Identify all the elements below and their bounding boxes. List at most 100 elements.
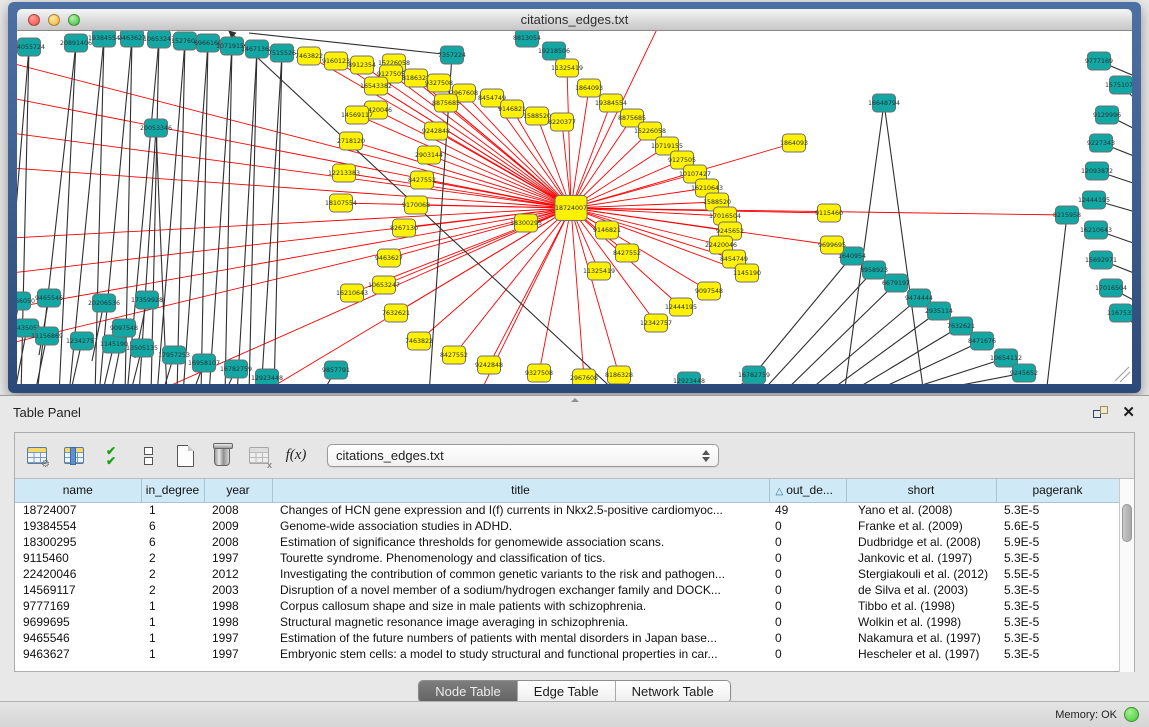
graph-node[interactable]: 16782759	[738, 366, 770, 384]
table-row[interactable]: 1938455462009Genome-wide association stu…	[15, 518, 1119, 534]
table-row[interactable]: 946362711997Embryonic stem cells: a mode…	[15, 646, 1119, 662]
table-source-dropdown[interactable]: citations_edges.txt	[327, 444, 719, 467]
graph-node[interactable]: 17957253	[158, 346, 190, 364]
graph-node[interactable]: 7632621	[947, 317, 975, 335]
graph-node[interactable]: 16543382	[360, 77, 392, 95]
graph-node[interactable]: 2967608	[570, 369, 598, 384]
create-column-button[interactable]	[173, 444, 197, 468]
graph-node[interactable]: 7515526	[268, 44, 296, 62]
graph-node[interactable]: 16782759	[220, 360, 252, 378]
graph-node[interactable]: 25266050	[17, 292, 35, 310]
graph-node[interactable]: 16210643	[336, 284, 368, 302]
column-header[interactable]: pagerank	[996, 479, 1119, 502]
graph-node[interactable]: 9245652	[1010, 364, 1038, 382]
graph-node[interactable]: 8958923	[860, 261, 888, 279]
canvas-resize-grip[interactable]	[1115, 367, 1130, 382]
graph-node[interactable]: 9465546	[35, 289, 63, 307]
graph-node[interactable]: 9463627	[375, 249, 403, 267]
graph-node[interactable]: 7463822	[405, 332, 433, 350]
graph-node[interactable]: 15751074	[1105, 76, 1132, 94]
table-row[interactable]: 1456911722003Disruption of a novel membe…	[15, 582, 1119, 598]
table-row[interactable]: 1830029562008Estimation of significance …	[15, 534, 1119, 550]
graph-node[interactable]: 15692971	[1085, 251, 1117, 269]
memory-ok-indicator[interactable]	[1124, 707, 1139, 722]
select-columns-button[interactable]	[62, 444, 86, 468]
graph-node[interactable]: 9242848	[475, 356, 503, 374]
graph-node[interactable]: 12444195	[1078, 191, 1110, 209]
graph-node[interactable]: 19218506	[538, 42, 570, 60]
graph-node[interactable]: 12444195	[665, 298, 697, 316]
graph-node[interactable]: 9699695	[818, 236, 846, 254]
column-header[interactable]: year	[204, 479, 272, 502]
window-titlebar[interactable]: citations_edges.txt	[17, 9, 1132, 31]
table-row[interactable]: 946554611997Estimation of the future num…	[15, 630, 1119, 646]
function-builder-button[interactable]: f(x)	[284, 444, 308, 468]
graph-node[interactable]: 9777169	[1085, 52, 1113, 70]
graph-node[interactable]: 16210643	[1080, 221, 1112, 239]
graph-node[interactable]: 11325419	[583, 262, 615, 280]
table-row[interactable]: 969969511998Structural magnetic resonanc…	[15, 614, 1119, 630]
graph-node[interactable]: 2935114	[925, 302, 953, 320]
graph-node[interactable]: 8220377	[548, 113, 576, 131]
column-header[interactable]: in_degree	[141, 479, 204, 502]
graph-node[interactable]: 14055724	[17, 38, 45, 56]
graph-node[interactable]: 1588520	[523, 107, 551, 125]
graph-node[interactable]: 9170068	[402, 196, 430, 214]
graph-node[interactable]: 12342757	[66, 332, 98, 350]
column-header[interactable]: △out_de...	[769, 479, 846, 502]
graph-node[interactable]: 8912354	[348, 56, 376, 74]
graph-node[interactable]: 12923448	[673, 372, 705, 384]
graph-node[interactable]: 1864093	[575, 79, 603, 97]
close-panel-icon[interactable]: ✕	[1122, 405, 1135, 420]
graph-node[interactable]: 8875685	[432, 94, 460, 112]
table-scrollbar[interactable]	[1119, 479, 1134, 672]
graph-node[interactable]: 8813054	[513, 31, 541, 47]
graph-node[interactable]: 9115460	[815, 204, 843, 222]
graph-node[interactable]: 16958107	[188, 354, 220, 372]
table-row[interactable]: 2242004622012Investigating the contribut…	[15, 566, 1119, 582]
column-header[interactable]: name	[15, 479, 141, 502]
scrollbar-thumb[interactable]	[1122, 504, 1132, 542]
table-row[interactable]: 1872400712008Changes of HCN gene express…	[15, 502, 1119, 518]
graph-node[interactable]: 9327508	[525, 364, 553, 382]
graph-node[interactable]: 9242848	[422, 122, 450, 140]
delete-column-button[interactable]	[210, 444, 234, 468]
graph-node[interactable]: 1145190	[733, 264, 761, 282]
graph-node[interactable]: 2903144	[415, 146, 443, 164]
network-canvas[interactable]: 1405572420891406193845549463627106532471…	[17, 31, 1132, 384]
import-table-button[interactable]: x	[247, 444, 271, 468]
row-selection-button[interactable]	[136, 444, 160, 468]
graph-node[interactable]: 20053346	[140, 119, 172, 137]
tab-network-table[interactable]: Network Table	[615, 681, 730, 702]
graph-node[interactable]: 9463627	[118, 31, 146, 47]
select-all-button[interactable]: ✔✔	[99, 444, 123, 468]
graph-node[interactable]: 7632621	[382, 304, 410, 322]
graph-node[interactable]: 12213383	[328, 164, 360, 182]
graph-node[interactable]: 1145190	[100, 335, 128, 353]
graph-node[interactable]: 17359928	[131, 291, 163, 309]
graph-node[interactable]: 7463822	[295, 47, 323, 65]
graph-node[interactable]: 9146821	[593, 221, 621, 239]
graph-node[interactable]: 7357224	[438, 46, 466, 64]
graph-node[interactable]: 20206536	[88, 294, 120, 312]
graph-node[interactable]: 13505135	[126, 339, 158, 357]
graph-node[interactable]: 18300295	[510, 214, 542, 232]
graph-node[interactable]: 16648794	[868, 94, 900, 112]
graph-node[interactable]: 8267130	[390, 219, 418, 237]
graph-node[interactable]: 12923448	[251, 369, 283, 384]
table-settings-button[interactable]: ⚙	[25, 444, 49, 468]
graph-node[interactable]: 1864093	[780, 134, 808, 152]
column-header[interactable]: title	[272, 479, 769, 502]
graph-node[interactable]: 8186328	[605, 366, 633, 384]
graph-node[interactable]: 2718120	[337, 132, 365, 150]
graph-node[interactable]: 9327508	[425, 74, 453, 92]
graph-node[interactable]: 12342757	[640, 314, 672, 332]
graph-node[interactable]: 1167533	[1107, 304, 1132, 322]
graph-node[interactable]: 19384554	[88, 31, 120, 47]
graph-node[interactable]: 9227343	[1087, 134, 1115, 152]
graph-node[interactable]: 8427552	[440, 346, 468, 364]
graph-node[interactable]: 9160123	[322, 52, 350, 70]
tab-edge-table[interactable]: Edge Table	[517, 681, 615, 702]
graph-node[interactable]: 8427552	[613, 244, 641, 262]
graph-node[interactable]: 9097548	[695, 282, 723, 300]
